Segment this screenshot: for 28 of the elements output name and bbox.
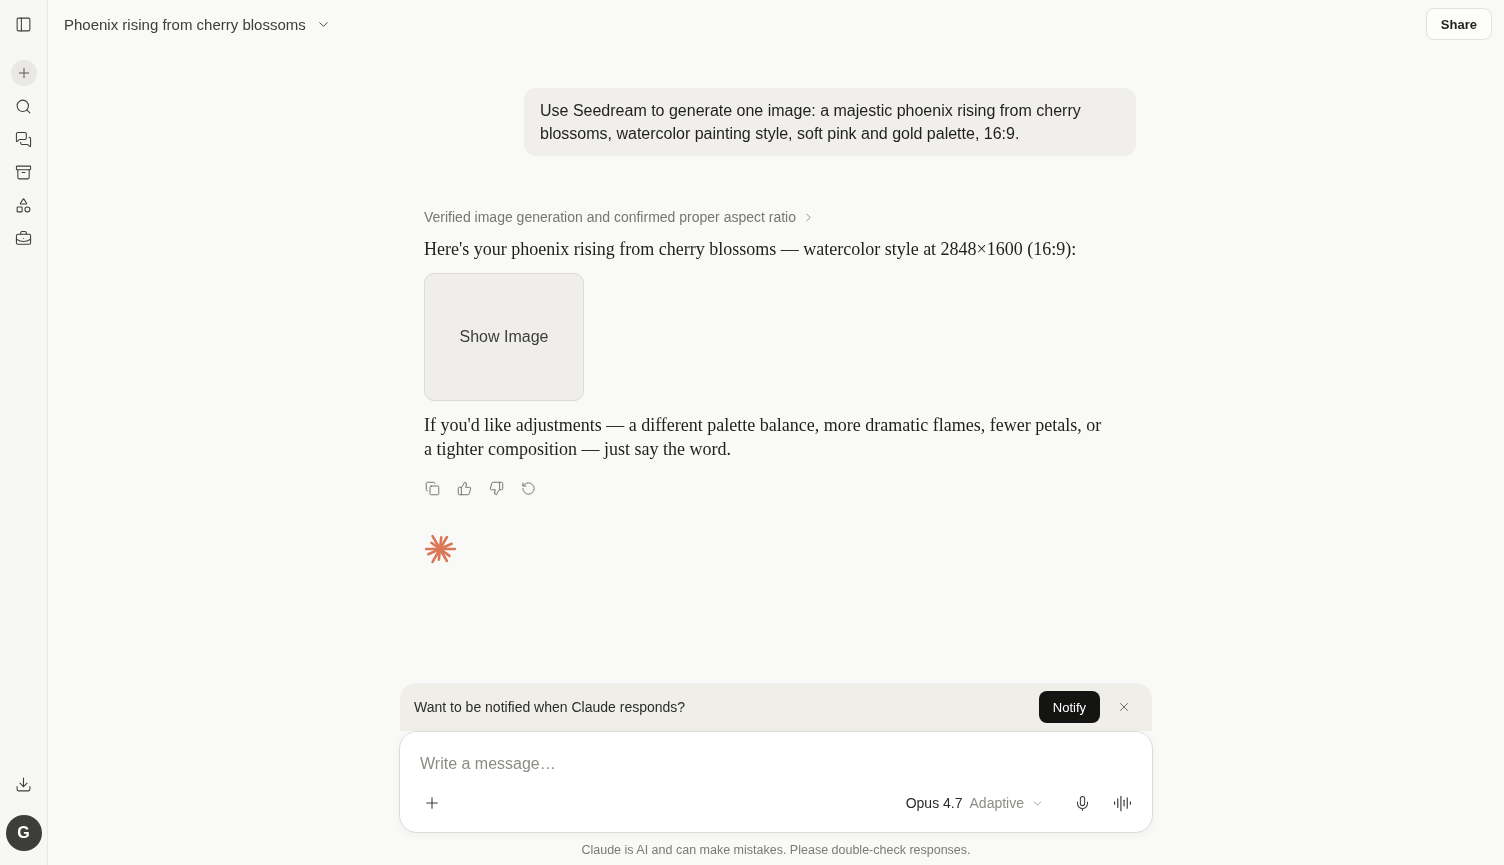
message-input[interactable]: Write a message… [420, 752, 1132, 776]
notify-button[interactable]: Notify [1038, 691, 1100, 723]
disclaimer-text: Claude is AI and can make mistakes. Please double-check responses. [581, 842, 971, 858]
thumbs-down-icon [488, 480, 504, 496]
shapes-icon [15, 196, 32, 214]
close-icon [1117, 700, 1131, 714]
show-image-button[interactable]: Show Image [424, 273, 584, 401]
thumbs-up-icon [456, 480, 472, 496]
briefcase-icon [15, 229, 32, 247]
share-button[interactable]: Share [1425, 8, 1492, 40]
plus-icon [423, 794, 441, 812]
response-paragraph: Here's your phoenix rising from cherry blossoms — watercolor style at 2848×1600 (16:9): [424, 238, 1077, 261]
archive-box-icon [15, 163, 32, 181]
download-icon [15, 775, 32, 793]
panel-icon [15, 15, 32, 33]
copy-icon [424, 480, 440, 496]
user-message: Use Seedream to generate one image: a majestic phoenix rising from cherry blossoms, watercolor painting style, soft pink and gold palette, 16:9. [524, 88, 1136, 156]
response-paragraph: If you'd like adjustments — a different palette balance, more dramatic flames, fewer petals, or a tighter composition — just say the word. [424, 414, 1103, 461]
model-selector[interactable]: Opus 4.7 Adaptive [899, 787, 1050, 819]
chat-bubbles-icon [15, 130, 32, 148]
search-icon [15, 97, 32, 115]
notification-text: Want to be notified when Claude responds? [414, 699, 687, 715]
thinking-summary-toggle[interactable]: Verified image generation and confirmed proper aspect ratio [424, 207, 815, 227]
rotate-icon [520, 480, 536, 496]
user-avatar[interactable]: G [5, 815, 42, 851]
chat-title-button[interactable]: Phoenix rising from cherry blossoms [64, 15, 331, 33]
audio-lines-icon [1112, 793, 1132, 813]
starburst-icon [424, 533, 456, 565]
